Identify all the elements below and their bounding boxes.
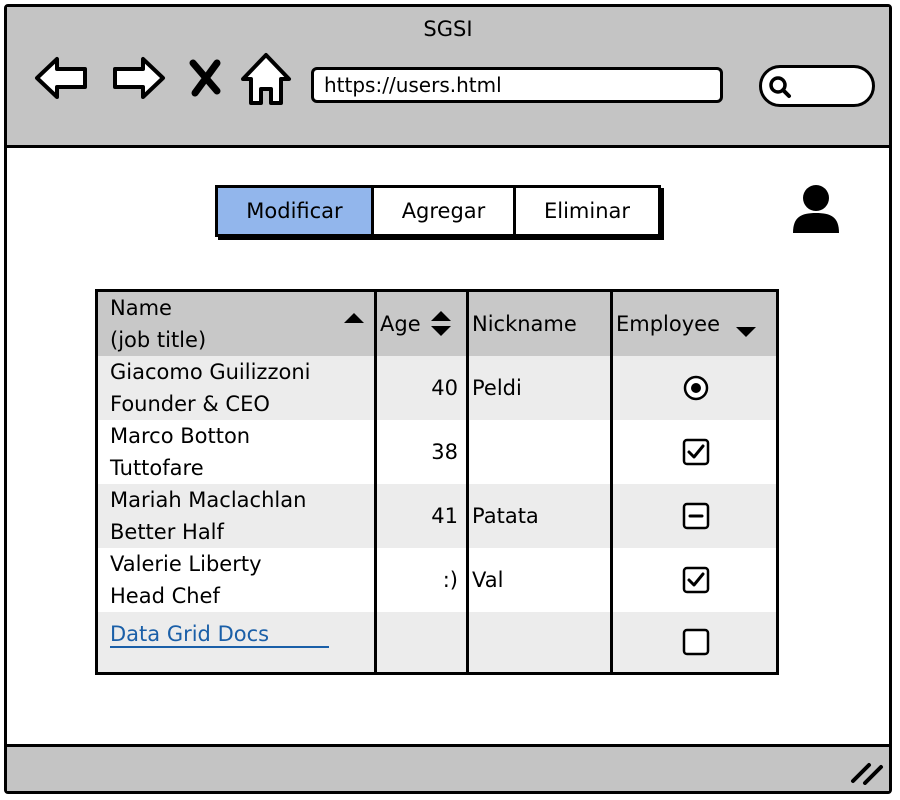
tab-eliminar[interactable]: Eliminar: [516, 188, 658, 234]
table-row[interactable]: Marco Botton Tuttofare 38: [98, 420, 776, 484]
cell-job-title: Better Half: [110, 520, 224, 544]
employee-checkbox-unchecked[interactable]: [682, 628, 710, 656]
close-x-icon[interactable]: [183, 49, 227, 107]
cell-age: 40: [431, 376, 458, 400]
cell-age: :): [442, 568, 458, 592]
employee-checkbox-checked[interactable]: [682, 566, 710, 594]
employee-checkbox-checked[interactable]: [682, 438, 710, 466]
search-input[interactable]: [759, 65, 875, 107]
back-arrow-icon[interactable]: [33, 49, 91, 107]
cell-name: Marco Botton: [110, 424, 251, 448]
column-divider: [466, 292, 469, 672]
cell-nickname: Val: [472, 568, 504, 592]
table-row[interactable]: Mariah Maclachlan Better Half 41 Patata: [98, 484, 776, 548]
address-bar[interactable]: https://users.html: [311, 67, 723, 103]
status-bar: [7, 744, 889, 791]
home-icon[interactable]: [237, 49, 295, 107]
data-grid-docs-link[interactable]: Data Grid Docs: [110, 622, 330, 648]
cell-job-title: Tuttofare: [110, 456, 204, 480]
data-grid: Name (job title) Age Nickname Employee G…: [95, 289, 779, 675]
cell-nickname: Peldi: [472, 376, 522, 400]
header-nickname[interactable]: Nickname: [472, 308, 577, 340]
resize-grip-icon[interactable]: [849, 759, 885, 785]
header-age[interactable]: Age: [380, 308, 421, 340]
header-name[interactable]: Name: [110, 292, 172, 324]
tab-agregar[interactable]: Agregar: [374, 188, 516, 234]
sort-both-icon[interactable]: [430, 310, 452, 338]
sort-descending-icon[interactable]: [736, 326, 756, 338]
employee-radio-selected[interactable]: [682, 374, 710, 402]
column-divider: [610, 292, 613, 672]
tab-modificar[interactable]: Modificar: [218, 188, 374, 234]
window-title: SGSI: [423, 17, 473, 41]
cell-nickname: Patata: [472, 504, 539, 528]
cell-age: 41: [431, 504, 458, 528]
table-row[interactable]: Valerie Liberty Head Chef :) Val: [98, 548, 776, 612]
action-tabs: Modificar Agregar Eliminar: [215, 185, 661, 237]
sort-ascending-icon[interactable]: [344, 312, 364, 324]
cell-job-title: Head Chef: [110, 584, 220, 608]
user-avatar-icon[interactable]: [787, 181, 845, 239]
grid-header-row: Name (job title) Age Nickname Employee: [98, 292, 776, 356]
table-footer-row: Data Grid Docs: [98, 612, 776, 672]
column-divider: [374, 292, 377, 672]
cell-name: Giacomo Guilizzoni: [110, 360, 311, 384]
cell-job-title: Founder & CEO: [110, 392, 270, 416]
employee-checkbox-indeterminate[interactable]: [682, 502, 710, 530]
forward-arrow-icon[interactable]: [109, 49, 167, 107]
cell-name: Valerie Liberty: [110, 552, 262, 576]
browser-window: SGSI https://users.html Modificar Agrega…: [4, 4, 892, 794]
cell-name: Mariah Maclachlan: [110, 488, 307, 512]
browser-toolbar: SGSI https://users.html: [7, 7, 889, 148]
table-row[interactable]: Giacomo Guilizzoni Founder & CEO 40 Peld…: [98, 356, 776, 420]
search-icon: [768, 75, 792, 99]
cell-age: 38: [431, 440, 458, 464]
header-employee[interactable]: Employee: [616, 308, 720, 340]
header-name-subtitle: (job title): [110, 328, 207, 352]
